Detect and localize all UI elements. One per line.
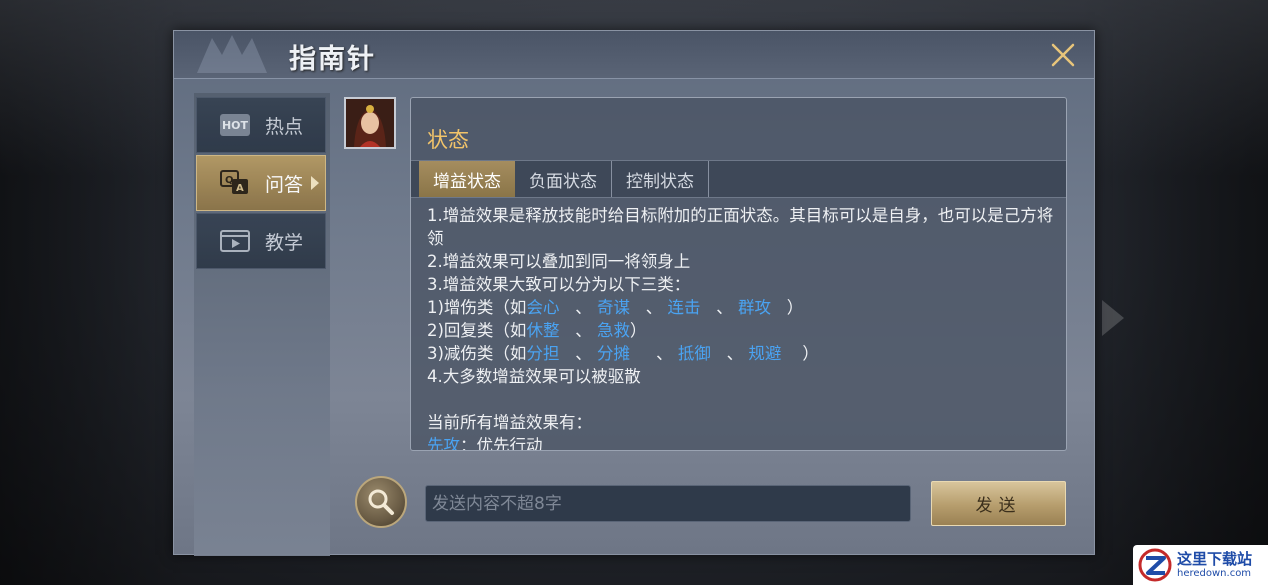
tab-control[interactable]: 控制状态 — [612, 161, 709, 197]
keyword-link[interactable]: 休整 — [526, 321, 559, 340]
keyword-link[interactable]: 规避 — [748, 344, 781, 363]
search-icon — [368, 489, 394, 515]
send-button[interactable]: 发送 — [931, 481, 1066, 526]
dialog-title: 指南针 — [289, 44, 376, 75]
defense-buff-line: 3)减伤类（如分担 、 分摊 、 抵御 、 规避 ） — [427, 344, 819, 363]
compass-dialog: 指南针 HOT 热点 Q A 问答 教学 状态 增益状态 负面状态 控制状态 1… — [173, 30, 1095, 556]
text-line: 当前所有增益效果有： — [427, 413, 592, 432]
keyword-link[interactable]: 分担 — [526, 344, 559, 363]
tab-bar: 增益状态 负面状态 控制状态 — [411, 160, 1066, 198]
qa-icon: Q A — [219, 170, 251, 196]
keyword-link[interactable]: 急救 — [597, 321, 630, 340]
text-line: 1.增益效果是释放技能时给目标附加的正面状态。其目标可以是自身，也可以是己方将领 — [427, 206, 1054, 248]
text-line: 2.增益效果可以叠加到同一将领身上 — [427, 252, 691, 271]
sidebar-item-label: 问答 — [265, 173, 304, 196]
description-text: 1.增益效果是释放技能时给目标附加的正面状态。其目标可以是自身，也可以是己方将领… — [427, 204, 1057, 450]
sidebar-item-qa[interactable]: Q A 问答 — [196, 155, 326, 211]
search-button[interactable] — [355, 476, 407, 528]
title-bar: 指南针 — [174, 31, 1094, 79]
keyword-link[interactable]: 连击 — [667, 298, 700, 317]
text-line: 4.大多数增益效果可以被驱散 — [427, 367, 641, 386]
selected-arrow-icon — [311, 176, 319, 190]
keyword-link[interactable]: 抵御 — [678, 344, 711, 363]
sidebar-item-label: 教学 — [265, 231, 304, 254]
hot-badge: HOT — [220, 114, 250, 136]
message-input[interactable] — [425, 485, 911, 522]
sidebar-item-label: 热点 — [265, 115, 304, 138]
site-logo-icon — [1138, 548, 1172, 582]
sidebar: HOT 热点 Q A 问答 教学 — [194, 93, 330, 556]
tab-buff[interactable]: 增益状态 — [419, 161, 515, 197]
buff-entry: 先攻：优先行动 — [427, 434, 1057, 450]
content-panel: 状态 增益状态 负面状态 控制状态 1.增益效果是释放技能时给目标附加的正面状态… — [410, 97, 1067, 451]
emblem-icon — [197, 35, 267, 73]
keyword-link[interactable]: 群攻 — [738, 298, 771, 317]
heal-buff-line: 2)回复类（如休整 、 急救） — [427, 321, 647, 340]
content-title: 状态 — [427, 128, 469, 152]
svg-text:A: A — [236, 183, 244, 194]
keyword-link[interactable]: 分摊 — [597, 344, 630, 363]
watermark-url: heredown.com — [1177, 568, 1252, 579]
hot-icon: HOT — [219, 112, 251, 138]
video-icon — [219, 228, 251, 254]
close-icon[interactable] — [1048, 40, 1078, 70]
watermark-title: 这里下载站 — [1177, 550, 1253, 568]
avatar — [344, 97, 396, 149]
keyword-link[interactable]: 奇谋 — [597, 298, 630, 317]
tab-debuff[interactable]: 负面状态 — [515, 161, 612, 197]
sidebar-item-tutorial[interactable]: 教学 — [196, 213, 326, 269]
sidebar-item-hot[interactable]: HOT 热点 — [196, 97, 326, 153]
keyword-link[interactable]: 先攻 — [427, 436, 460, 450]
text-line: 3.增益效果大致可以分为以下三类： — [427, 275, 691, 294]
background-next-arrow — [1102, 300, 1124, 336]
site-watermark: 这里下载站 heredown.com — [1133, 545, 1268, 585]
damage-buff-line: 1)增伤类（如会心 、 奇谋 、 连击 、 群攻 ） — [427, 298, 804, 317]
keyword-link[interactable]: 会心 — [526, 298, 559, 317]
